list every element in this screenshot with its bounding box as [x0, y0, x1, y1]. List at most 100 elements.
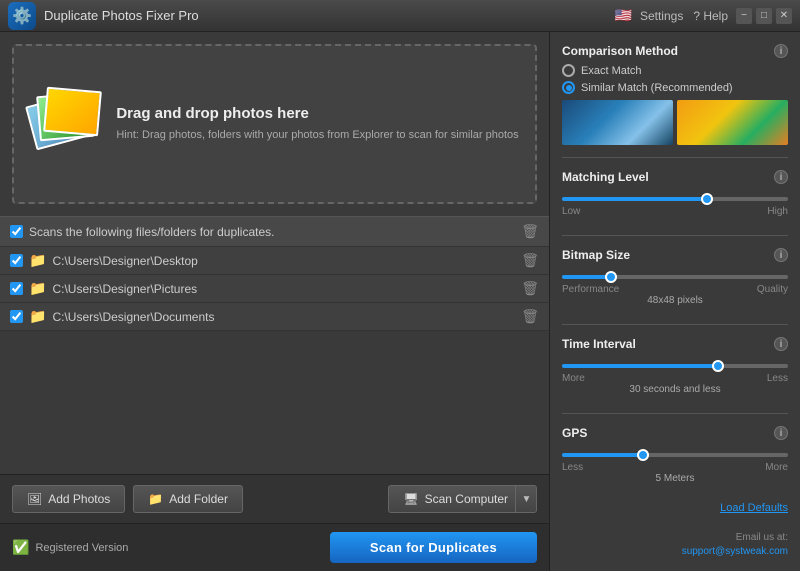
comparison-method-title: Comparison Method i	[562, 44, 788, 58]
folder-checkbox-2[interactable]	[10, 310, 23, 323]
gps-section: GPS i Less More 5 Meters	[562, 426, 788, 490]
exact-match-radio[interactable]	[562, 64, 575, 77]
gps-labels: Less More	[562, 462, 788, 473]
comparison-info-icon[interactable]: i	[774, 44, 788, 58]
list-item: 📁 C:\Users\Designer\Documents 🗑	[0, 303, 549, 331]
bitmap-size-info-icon[interactable]: i	[774, 248, 788, 262]
comparison-method-radio-group: Exact Match Similar Match (Recommended)	[562, 64, 788, 94]
registered-badge: ✅ Registered Version	[12, 539, 128, 556]
scan-for-duplicates-button[interactable]: Scan for Duplicates	[330, 532, 537, 563]
similar-match-radio[interactable]	[562, 81, 575, 94]
email-label: Email us at:	[562, 531, 788, 545]
photo-card-3	[43, 87, 102, 137]
delete-icon-0[interactable]: 🗑	[521, 252, 539, 269]
add-folder-button[interactable]: 📁 Add Folder	[133, 485, 243, 513]
time-interval-center-label: 30 seconds and less	[562, 384, 788, 395]
folder-checkbox-1[interactable]	[10, 282, 23, 295]
help-menu[interactable]: ? Help	[693, 9, 728, 23]
flag-icon: 🇺🇸	[615, 7, 632, 24]
scan-computer-label: Scan Computer	[425, 492, 508, 506]
matching-level-labels: Low High	[562, 206, 788, 217]
divider-4	[562, 413, 788, 414]
time-interval-slider-container: More Less 30 seconds and less	[562, 357, 788, 395]
gps-title: GPS i	[562, 426, 788, 440]
drop-zone-content: Drag and drop photos here Hint: Drag pho…	[30, 89, 518, 159]
minimize-button[interactable]: −	[736, 8, 752, 24]
window-controls: − □ ✕	[736, 8, 792, 24]
folder-icon: 📁	[29, 252, 46, 269]
left-panel: Drag and drop photos here Hint: Drag pho…	[0, 32, 550, 571]
main-layout: Drag and drop photos here Hint: Drag pho…	[0, 32, 800, 571]
gps-slider-container: Less More 5 Meters	[562, 446, 788, 484]
folder-path-0: C:\Users\Designer\Desktop	[52, 254, 197, 268]
email-address[interactable]: support@systweak.com	[562, 545, 788, 559]
folder-icon: 📁	[29, 308, 46, 325]
divider-1	[562, 157, 788, 158]
matching-level-title: Matching Level i	[562, 170, 788, 184]
scan-computer-icon: 🖥	[403, 492, 418, 506]
preview-images	[562, 100, 788, 145]
folder-item-left: 📁 C:\Users\Designer\Desktop	[10, 252, 198, 269]
add-photos-label: Add Photos	[48, 492, 110, 506]
add-photos-icon: 🖼	[27, 492, 42, 506]
folder-path-2: C:\Users\Designer\Documents	[52, 310, 214, 324]
scan-computer-dropdown[interactable]: ▼	[515, 485, 537, 513]
add-folder-icon: 📁	[148, 492, 163, 506]
list-item: 📁 C:\Users\Designer\Desktop 🗑	[0, 247, 549, 275]
folder-path-1: C:\Users\Designer\Pictures	[52, 282, 197, 296]
delete-icon-1[interactable]: 🗑	[521, 280, 539, 297]
title-bar-right: 🇺🇸 Settings ? Help − □ ✕	[615, 7, 792, 24]
matching-level-slider[interactable]	[562, 197, 788, 201]
similar-match-label: Similar Match (Recommended)	[581, 82, 733, 94]
header-delete-icon[interactable]: 🗑	[521, 223, 539, 240]
similar-match-option[interactable]: Similar Match (Recommended)	[562, 81, 788, 94]
bitmap-size-labels: Performance Quality	[562, 284, 788, 295]
folder-icon: 📁	[29, 280, 46, 297]
app-title: Duplicate Photos Fixer Pro	[44, 8, 199, 23]
exact-match-label: Exact Match	[581, 65, 642, 77]
comparison-method-section: Comparison Method i Exact Match Similar …	[562, 44, 788, 145]
registered-label: Registered Version	[35, 542, 128, 554]
scan-footer: ✅ Registered Version Scan for Duplicates	[0, 523, 549, 571]
load-defaults-link[interactable]: Load Defaults	[562, 502, 788, 514]
registered-icon: ✅	[12, 539, 29, 556]
folder-list-header-left: Scans the following files/folders for du…	[10, 225, 274, 239]
drop-zone-heading: Drag and drop photos here	[116, 105, 518, 122]
maximize-button[interactable]: □	[756, 8, 772, 24]
bitmap-size-slider-container: Performance Quality 48x48 pixels	[562, 268, 788, 306]
drop-zone[interactable]: Drag and drop photos here Hint: Drag pho…	[12, 44, 537, 204]
matching-level-info-icon[interactable]: i	[774, 170, 788, 184]
bitmap-size-slider[interactable]	[562, 275, 788, 279]
folder-list-header-label: Scans the following files/folders for du…	[29, 225, 274, 239]
add-photos-button[interactable]: 🖼 Add Photos	[12, 485, 125, 513]
select-all-checkbox[interactable]	[10, 225, 23, 238]
gps-center-label: 5 Meters	[562, 473, 788, 484]
close-button[interactable]: ✕	[776, 8, 792, 24]
right-panel: Comparison Method i Exact Match Similar …	[550, 32, 800, 571]
time-interval-info-icon[interactable]: i	[774, 337, 788, 351]
gps-info-icon[interactable]: i	[774, 426, 788, 440]
gps-slider[interactable]	[562, 453, 788, 457]
folder-list-container: Scans the following files/folders for du…	[0, 216, 549, 474]
preview-sunflower-image	[677, 100, 788, 145]
exact-match-option[interactable]: Exact Match	[562, 64, 788, 77]
settings-menu[interactable]: Settings	[640, 9, 683, 23]
app-icon: ⚙️	[8, 2, 36, 30]
delete-icon-2[interactable]: 🗑	[521, 308, 539, 325]
folder-checkbox-0[interactable]	[10, 254, 23, 267]
time-interval-slider[interactable]	[562, 364, 788, 368]
drop-zone-text: Drag and drop photos here Hint: Drag pho…	[116, 105, 518, 143]
time-interval-section: Time Interval i More Less 30 seconds and…	[562, 337, 788, 401]
drop-zone-hint: Hint: Drag photos, folders with your pho…	[116, 128, 518, 143]
divider-2	[562, 235, 788, 236]
bitmap-size-center-label: 48x48 pixels	[562, 295, 788, 306]
add-folder-label: Add Folder	[169, 492, 228, 506]
bottom-action-bar: 🖼 Add Photos 📁 Add Folder 🖥 Scan Compute…	[0, 474, 549, 523]
scan-computer-wrapper: 🖥 Scan Computer ▼	[388, 485, 537, 513]
title-bar-left: ⚙️ Duplicate Photos Fixer Pro	[8, 2, 199, 30]
email-info: Email us at: support@systweak.com	[562, 531, 788, 559]
matching-level-slider-container: Low High	[562, 190, 788, 217]
bitmap-size-section: Bitmap Size i Performance Quality 48x48 …	[562, 248, 788, 312]
photo-stack	[30, 89, 100, 159]
title-bar-menu: Settings ? Help	[640, 9, 728, 23]
